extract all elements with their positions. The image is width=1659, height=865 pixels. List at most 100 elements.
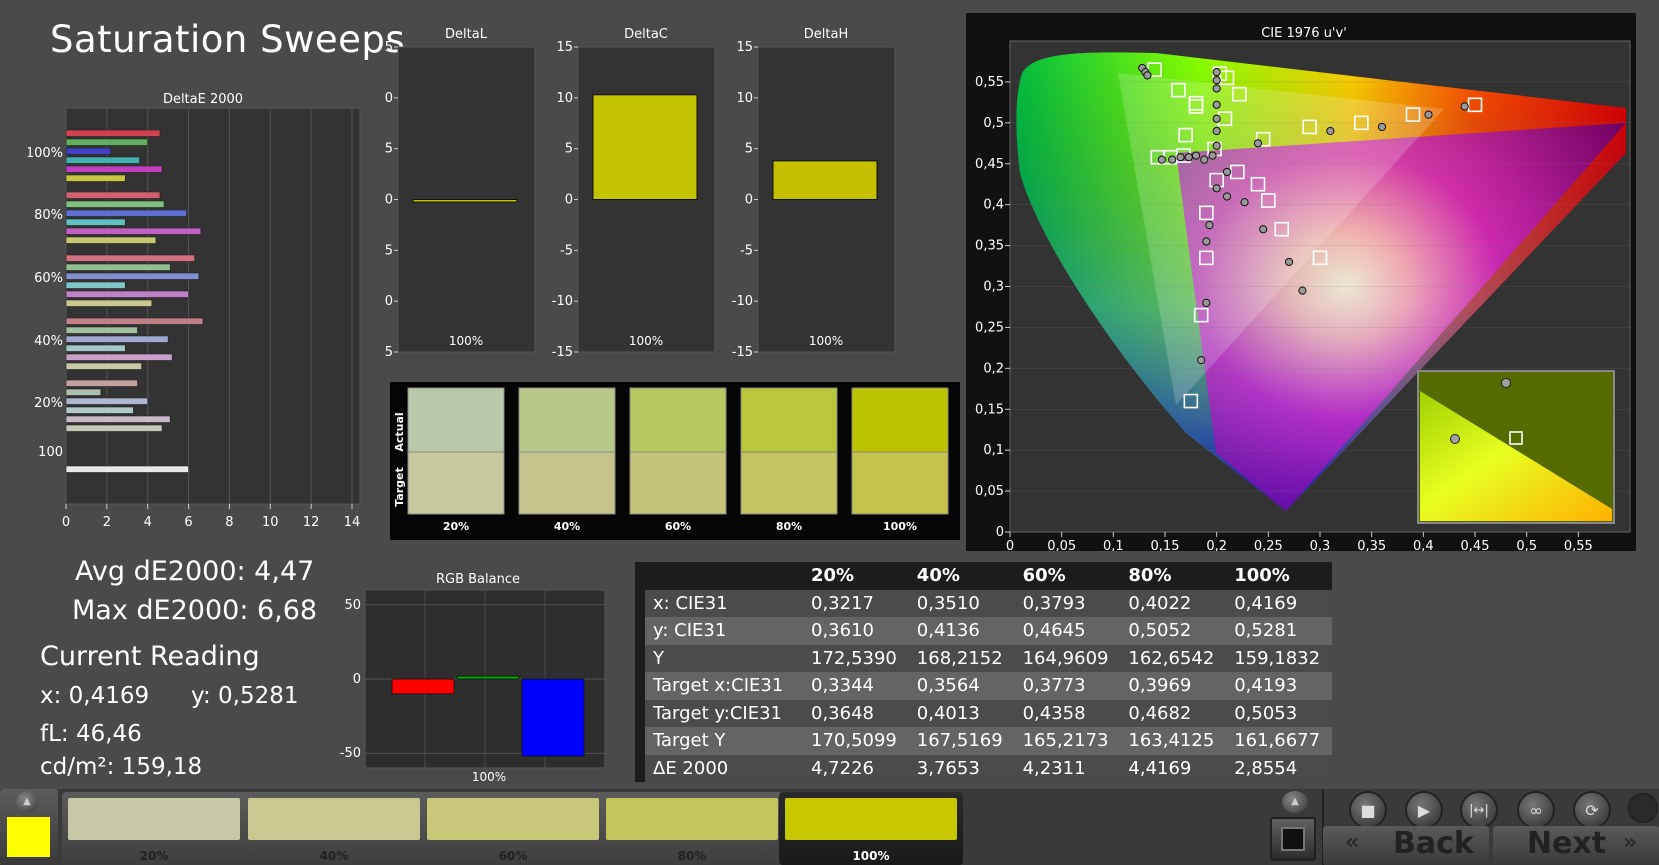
y-tick-label: 0,2 — [983, 361, 1004, 376]
back-button[interactable]: « Back — [1323, 826, 1489, 865]
bottom-swatch-100[interactable]: 100% — [779, 792, 963, 865]
table-cell: 0,3564 — [908, 672, 1015, 700]
rgb-balance-bar — [391, 678, 455, 695]
actual-point — [1377, 122, 1387, 132]
deltae-bar — [65, 209, 187, 217]
x-tick-label: 14 — [344, 515, 361, 530]
stop-icon[interactable] — [1270, 817, 1316, 861]
table-header: 80% — [1120, 562, 1227, 590]
group-label: 100% — [28, 146, 63, 161]
swatch-chip — [68, 798, 240, 840]
y-tick-label: 0 — [996, 525, 1004, 540]
current-y: y: 0,5281 — [191, 683, 299, 709]
collapse-up-icon[interactable]: ▲ — [1282, 791, 1308, 813]
x-tick-label: 0,2 — [1206, 539, 1227, 551]
bottom-swatch-80[interactable]: 80% — [600, 792, 784, 865]
table-cell: 4,2311 — [1014, 754, 1121, 782]
stop-button[interactable]: ■ — [1349, 791, 1387, 829]
deltae-bar — [65, 200, 165, 208]
y-tick-label: 50 — [344, 598, 361, 613]
table-cell: 168,2152 — [908, 644, 1015, 672]
current-color-panel: ▲ — [0, 789, 58, 865]
table-cell: 165,2173 — [1014, 727, 1121, 755]
x-tick-label: 0,3 — [1310, 539, 1331, 551]
y-tick-label: -5 — [560, 243, 573, 258]
group-label: 80% — [34, 208, 63, 223]
actual-point — [1212, 67, 1221, 77]
actual-point — [1143, 71, 1152, 80]
rgb-balance-title: RGB Balance — [436, 572, 520, 587]
table-cell: 2,8554 — [1226, 754, 1332, 782]
table-row: ΔE 2000 4,7226 3,7653 4,2311 4,4169 2,8554 — [635, 754, 1332, 782]
actual-point — [1212, 141, 1221, 150]
y-tick-label: 0,05 — [975, 484, 1004, 499]
y-tick-label: 0 — [565, 193, 573, 208]
target-label: Target — [393, 467, 406, 507]
table-cell: 0,5052 — [1120, 617, 1227, 645]
y-tick-label: 0,3 — [983, 280, 1004, 295]
play-button[interactable]: ▶ — [1405, 791, 1443, 829]
y-tick-label: -5 — [385, 243, 393, 258]
swatch-label: 20% — [139, 849, 169, 863]
y-tick-label: -15 — [732, 345, 753, 360]
y-tick-label: 0,15 — [975, 402, 1004, 417]
bottom-swatch-20[interactable]: 20% — [62, 792, 246, 865]
row-label: Y — [645, 644, 803, 672]
table-cell: 0,3969 — [1120, 672, 1227, 700]
row-label: y: CIE31 — [645, 617, 803, 645]
y-tick-label: 10 — [556, 91, 573, 106]
swatch-pair: 80% — [740, 387, 838, 533]
actual-swatch — [851, 387, 949, 453]
actual-point — [1205, 221, 1214, 230]
actual-target-swatches: 20% 40% 60% 80% 100% — [407, 387, 949, 533]
loop-button[interactable]: ∞ — [1517, 791, 1555, 829]
step-button[interactable]: |↔| — [1460, 791, 1498, 829]
y-tick-label: 5 — [565, 142, 573, 157]
deltae-bar — [65, 147, 112, 155]
deltae-bar — [65, 191, 161, 199]
y-tick-label: 15 — [385, 40, 393, 55]
actual-point — [1191, 151, 1201, 160]
deltae-bar — [65, 397, 149, 405]
table-cell: 0,3648 — [803, 699, 909, 727]
rgb-balance-bar — [456, 675, 520, 680]
actual-swatch — [407, 387, 505, 453]
table-cell: 0,3773 — [1014, 672, 1121, 700]
table-row: Target x:CIE31 0,3344 0,3564 0,3773 0,3969 0,… — [635, 672, 1332, 700]
deltae-bar — [65, 299, 153, 307]
bottom-swatch-60[interactable]: 60% — [421, 792, 605, 865]
delta-chart-xlabel: 100% — [809, 334, 843, 348]
deltae-bar — [65, 236, 157, 244]
bottom-swatch-40[interactable]: 40% — [242, 792, 426, 865]
group-label: 40% — [34, 334, 63, 349]
target-swatch — [518, 451, 616, 515]
refresh-button[interactable]: ⟳ — [1573, 791, 1611, 829]
target-swatch — [629, 451, 727, 515]
rgb-balance-chart: RGB Balance 50 0 -50 100% — [340, 572, 606, 784]
collapse-up-icon[interactable]: ▲ — [16, 791, 38, 813]
x-tick-label: 0,1 — [1103, 539, 1124, 551]
swatch-label: 40% — [319, 849, 349, 863]
delta-chart-title: DeltaL — [445, 27, 488, 42]
actual-point — [1240, 198, 1249, 207]
actual-point — [1424, 110, 1433, 119]
delta-charts: DeltaL 15 10 5 0 -5 -10 -15 100% DeltaC 15 10 5 0 -5 -1… — [385, 27, 896, 360]
table-cell: 0,4169 — [1226, 589, 1332, 617]
actual-point — [1197, 356, 1206, 365]
table-cell: 0,5281 — [1226, 617, 1332, 645]
y-tick-label: -5 — [740, 243, 753, 258]
y-tick-label: -15 — [385, 345, 393, 360]
table-header: 100% — [1226, 562, 1332, 590]
x-tick-label: 0,25 — [1254, 539, 1283, 551]
delta-chart-deltah: DeltaH 15 10 5 0 -5 -10 -15 100% — [732, 27, 896, 360]
x-tick-label: 0,4 — [1413, 539, 1434, 551]
table-lead-cell — [635, 644, 645, 672]
deltae-bar — [65, 138, 149, 146]
row-label: ΔE 2000 — [645, 754, 803, 782]
group-label: 20% — [34, 396, 63, 411]
next-button[interactable]: Next » — [1493, 826, 1659, 865]
deltae-group-labels: 100% 80% 60% 40% 20% 100 — [28, 146, 63, 460]
actual-point — [1284, 257, 1294, 267]
readings-grid: 20% 40% 60% 80% 100% x: CIE31 0,3217 0,351… — [635, 562, 1332, 782]
delta-chart-title: DeltaH — [804, 27, 848, 42]
